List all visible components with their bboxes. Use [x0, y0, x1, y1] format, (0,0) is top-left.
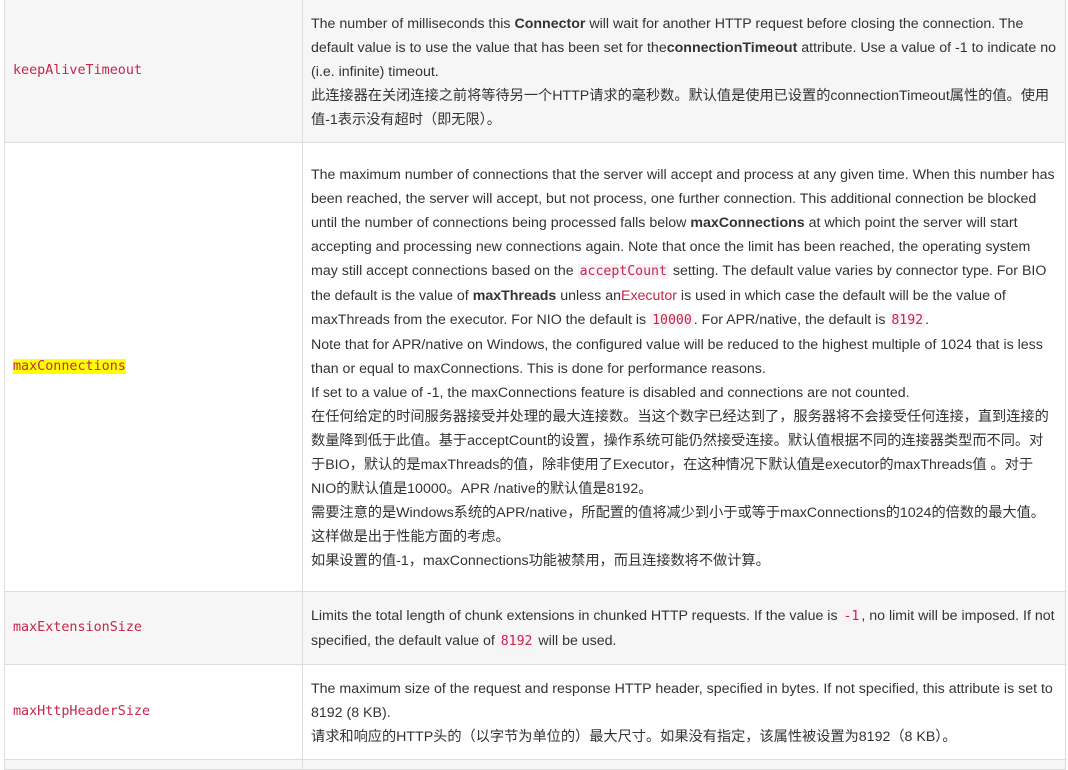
bold-term: connectionTimeout [666, 40, 798, 56]
highlighted-attribute-name: maxConnections [13, 359, 126, 374]
description-zh: 请求和响应的HTTP头的（以字节为单位的）最大尺寸。如果没有指定，该属性被设置为… [311, 729, 957, 745]
bold-term: Connector [514, 16, 586, 32]
description-en-p1: The maximum number of connections that t… [311, 167, 1055, 328]
description-en-p3: If set to a value of -1, the maxConnecti… [311, 385, 910, 401]
code-term: 8192 [498, 634, 535, 649]
attribute-description: The maximum number of connections that t… [302, 142, 1066, 592]
code-term: 8192 [889, 313, 926, 328]
description-en: The number of milliseconds this Connecto… [311, 16, 1056, 80]
attribute-name: keepAliveTimeout [4, 0, 303, 143]
attribute-name: maxConnections [4, 142, 303, 592]
code-term: acceptCount [577, 264, 669, 279]
description-zh-p2: 需要注意的是Windows系统的APR/native，所配置的值将减少到小于或等… [311, 505, 1045, 545]
attribute-name: maxExtensionSize [4, 591, 303, 665]
attribute-description: The maximum size of the request and resp… [302, 664, 1066, 760]
attribute-description: The number of milliseconds this Connecto… [302, 0, 1066, 143]
description-en-p2: Note that for APR/native on Windows, the… [311, 337, 1043, 377]
description-zh: 此连接器在关闭连接之前将等待另一个HTTP请求的毫秒数。默认值是使用已设置的co… [311, 88, 1050, 128]
attribute-description: Limits the total length of chunk extensi… [302, 591, 1066, 665]
code-term: 10000 [650, 313, 694, 328]
description-zh-p3: 如果设置的值-1，maxConnections功能被禁用，而且连接数将不做计算。 [311, 553, 770, 569]
attribute-name [4, 759, 303, 770]
description-en: The maximum size of the request and resp… [311, 681, 1053, 721]
executor-link[interactable]: Executor [621, 288, 677, 304]
attribute-row-next [4, 759, 1066, 770]
attribute-row-keepalivetimeout: keepAliveTimeout The number of milliseco… [4, 0, 1066, 143]
bold-term: maxConnections [690, 215, 805, 231]
attribute-row-maxhttpheadersize: maxHttpHeaderSize The maximum size of th… [4, 664, 1066, 760]
attribute-name: maxHttpHeaderSize [4, 664, 303, 760]
description-zh-p1: 在任何给定的时间服务器接受并处理的最大连接数。当这个数字已经达到了，服务器将不会… [311, 409, 1049, 497]
bold-term: maxThreads [472, 288, 557, 304]
code-term: -1 [841, 609, 862, 624]
attribute-row-maxextensionsize: maxExtensionSize Limits the total length… [4, 591, 1066, 665]
attribute-description [302, 759, 1066, 770]
attribute-row-maxconnections: maxConnections The maximum number of con… [4, 142, 1066, 592]
attribute-table: keepAliveTimeout The number of milliseco… [4, 0, 1066, 770]
